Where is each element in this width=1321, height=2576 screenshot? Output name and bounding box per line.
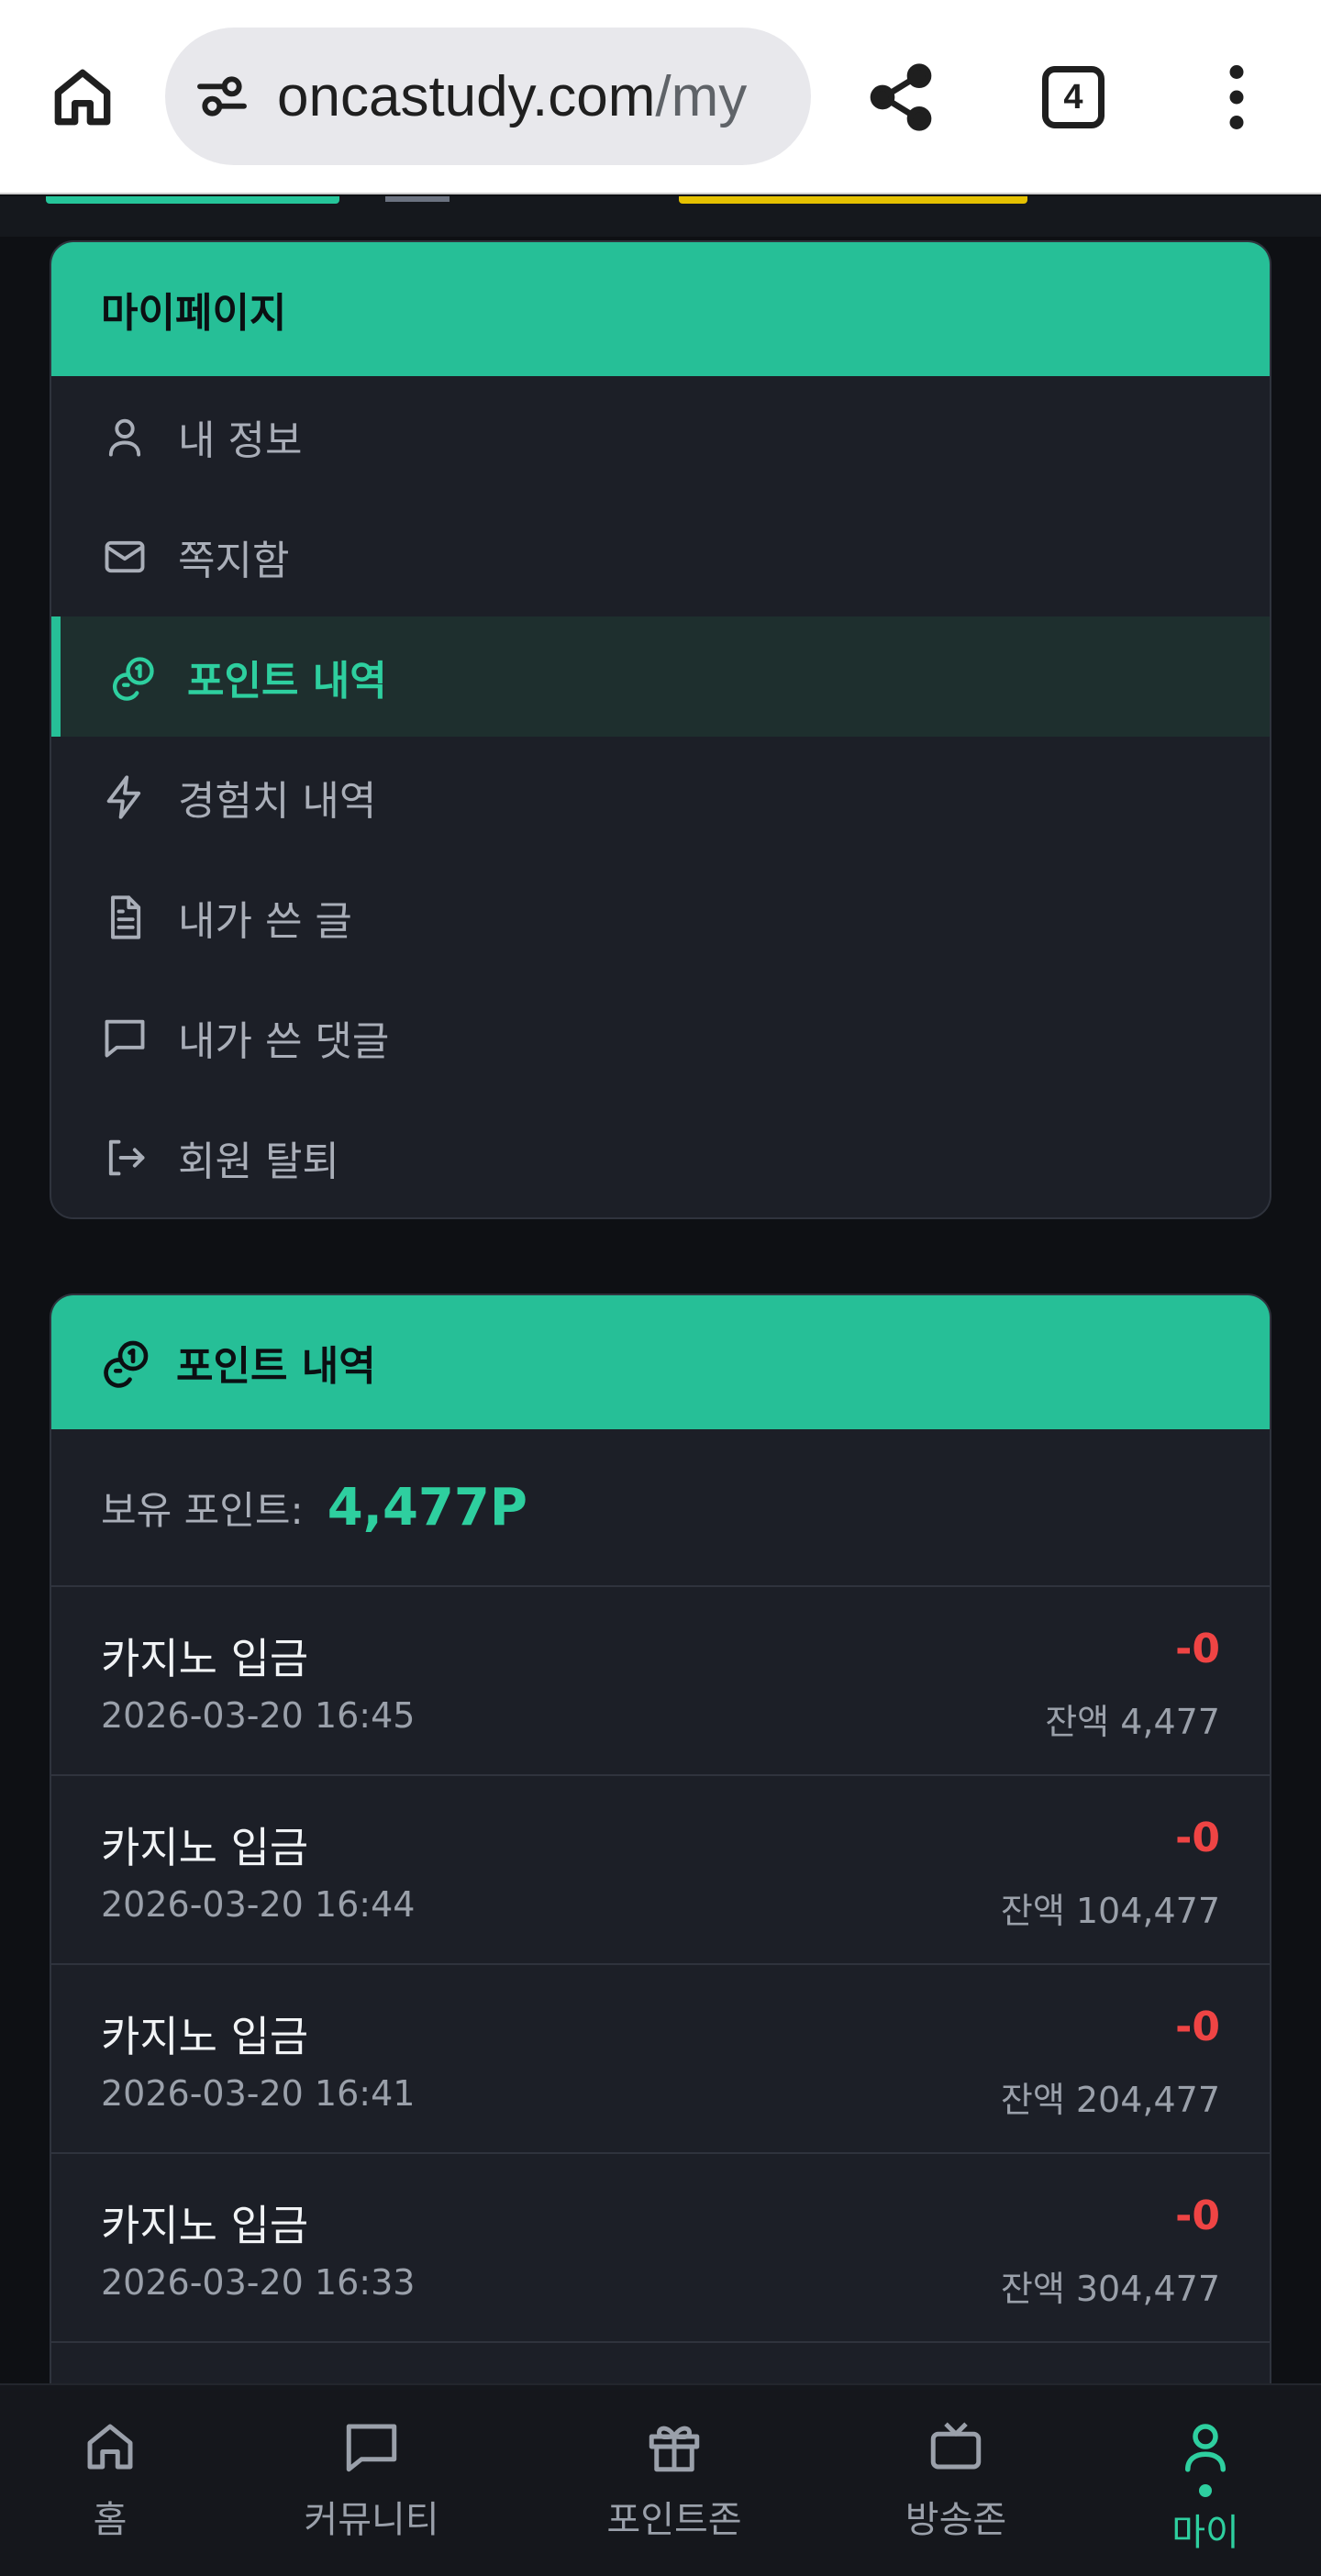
nav-label: 방송존: [905, 2499, 1007, 2541]
browser-home-button[interactable]: [46, 61, 119, 134]
menu-item-label: 내가 쓴 댓글: [178, 1017, 390, 1065]
point-history-card: 포인트 내역 보유 포인트: 4,477P 카지노 입금 2026-03-20 …: [50, 1294, 1271, 2394]
transaction-amount: -0: [1175, 1815, 1220, 1861]
header-decoration: [679, 196, 1027, 204]
mypage-menu-title: 마이페이지: [51, 242, 1270, 376]
nav-broadcast-zone[interactable]: 방송존: [871, 2385, 1040, 2576]
nav-my[interactable]: 마이: [1150, 2385, 1260, 2576]
transaction-date: 2026-03-20 16:45: [101, 1695, 416, 1736]
nav-label: 포인트존: [606, 2499, 742, 2541]
site-settings-icon[interactable]: [193, 67, 251, 126]
transaction-title: 카지노 입금: [101, 2201, 309, 2250]
logout-icon: [108, 1139, 145, 1175]
point-balance-row: 보유 포인트: 4,477P: [51, 1429, 1270, 1587]
transaction-balance: 잔액 304,477: [1000, 2269, 1220, 2309]
transaction-title: 카지노 입금: [101, 1634, 309, 1683]
url-text: oncastudy.com/my: [277, 64, 747, 129]
nav-label: 커뮤니티: [304, 2499, 439, 2541]
menu-item-label: 경험치 내역: [178, 777, 377, 825]
coins-icon: [113, 656, 154, 701]
balance-label: 보유 포인트:: [101, 1487, 304, 1533]
document-icon: [111, 894, 141, 939]
transaction-title: 카지노 입금: [101, 2012, 309, 2061]
nav-label: 마이: [1171, 2512, 1239, 2554]
chat-icon: [346, 2424, 397, 2472]
menu-item-label: 내 정보: [178, 416, 303, 464]
share-icon: [870, 63, 932, 131]
menu-item-my-info[interactable]: 내 정보: [51, 376, 1270, 496]
address-bar[interactable]: oncastudy.com/my: [165, 28, 811, 165]
transaction-amount: -0: [1175, 2193, 1220, 2239]
nav-home[interactable]: 홈: [55, 2385, 165, 2576]
home-icon: [54, 69, 111, 126]
menu-item-label: 회원 탈퇴: [178, 1138, 339, 1185]
mypage-menu-card: 마이페이지 내 정보 쪽지함 포인트 내역 경험치 내역 내가 쓴 글 내가 쓴…: [50, 240, 1271, 1219]
menu-item-my-comments[interactable]: 내가 쓴 댓글: [51, 977, 1270, 1097]
point-history-title: 포인트 내역: [176, 1343, 376, 1390]
lightning-icon: [106, 774, 141, 819]
site-header-clipped: [0, 196, 1321, 237]
menu-item-exp-history[interactable]: 경험치 내역: [51, 737, 1270, 857]
browser-toolbar: oncastudy.com/my 4: [0, 0, 1321, 194]
nav-label: 홈: [93, 2499, 128, 2541]
header-decoration: [385, 196, 450, 202]
transaction-balance: 잔액 104,477: [1000, 1891, 1220, 1931]
menu-item-label: 쪽지함: [178, 537, 290, 584]
nav-community[interactable]: 커뮤니티: [284, 2385, 459, 2576]
transaction-balance: 잔액 4,477: [1045, 1702, 1220, 1742]
transaction-date: 2026-03-20 16:44: [101, 1884, 416, 1925]
url-host: oncastudy.com: [277, 64, 656, 128]
transaction-row: 카지노 입금 2026-03-20 16:33 -0 잔액 304,477: [51, 2154, 1270, 2343]
menu-item-label: 포인트 내역: [187, 657, 387, 705]
home-icon: [87, 2424, 133, 2470]
comment-icon: [105, 1019, 145, 1057]
point-history-header: 포인트 내역: [51, 1295, 1270, 1429]
transaction-date: 2026-03-20 16:33: [101, 2262, 416, 2303]
coins-icon: [104, 1340, 149, 1388]
transaction-row: 카지노 입금 2026-03-20 16:41 -0 잔액 204,477: [51, 1965, 1270, 2154]
balance-value: 4,477P: [327, 1477, 527, 1538]
menu-item-my-posts[interactable]: 내가 쓴 글: [51, 857, 1270, 977]
mail-icon: [105, 540, 145, 572]
bottom-navigation: 홈 커뮤니티 포인트존 방송존 마이: [0, 2383, 1321, 2576]
user-icon: [1185, 2424, 1226, 2472]
transaction-date: 2026-03-20 16:41: [101, 2073, 416, 2114]
transaction-row: 카지노 입금 2026-03-20 16:44 -0 잔액 104,477: [51, 1776, 1270, 1965]
menu-item-inbox[interactable]: 쪽지함: [51, 496, 1270, 616]
url-path: /my: [655, 64, 748, 128]
nav-point-zone[interactable]: 포인트존: [587, 2385, 761, 2576]
share-button[interactable]: [864, 61, 938, 134]
tab-switcher-button[interactable]: 4: [1042, 66, 1105, 128]
menu-item-point-history[interactable]: 포인트 내역: [51, 616, 1270, 737]
transaction-amount: -0: [1175, 1626, 1220, 1672]
browser-menu-button[interactable]: [1209, 61, 1264, 134]
more-vertical-icon: [1229, 65, 1244, 129]
menu-item-label: 내가 쓴 글: [178, 897, 352, 945]
tv-icon: [930, 2422, 982, 2470]
transaction-amount: -0: [1175, 2004, 1220, 2050]
user-icon: [108, 418, 141, 456]
transaction-row: 카지노 입금 2026-03-20 16:45 -0 잔액 4,477: [51, 1587, 1270, 1776]
transaction-balance: 잔액 204,477: [1000, 2080, 1220, 2120]
transaction-title: 카지노 입금: [101, 1823, 309, 1872]
menu-item-withdraw[interactable]: 회원 탈퇴: [51, 1097, 1270, 1217]
gift-icon: [649, 2426, 700, 2472]
active-indicator-dot: [1199, 2484, 1212, 2497]
header-decoration: [46, 196, 339, 204]
